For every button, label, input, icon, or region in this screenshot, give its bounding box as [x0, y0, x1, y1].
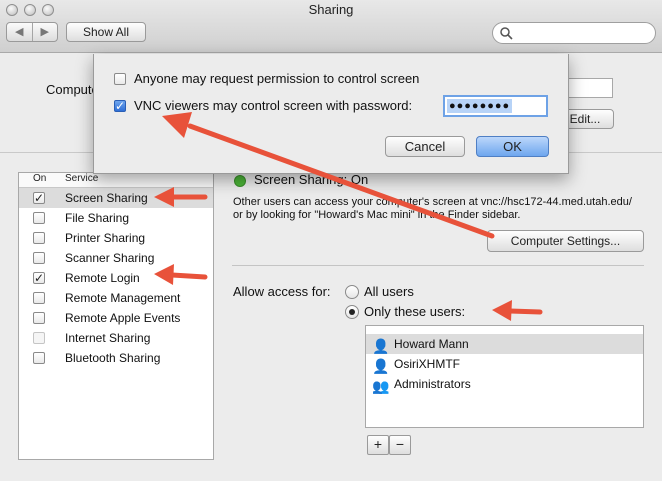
service-label: Printer Sharing — [65, 231, 146, 245]
service-label: Screen Sharing — [65, 191, 148, 205]
service-checkbox[interactable] — [33, 212, 45, 224]
status-indicator — [234, 175, 246, 187]
service-checkbox[interactable] — [33, 292, 45, 304]
user-icon: 👤 — [372, 338, 390, 354]
computer-settings-button[interactable]: Computer Settings... — [487, 230, 644, 252]
services-header: On Service — [19, 173, 213, 188]
service-remote-apple-events[interactable]: Remote Apple Events — [19, 308, 213, 328]
chevron-left-icon[interactable]: ◀ — [7, 23, 32, 41]
vnc-password-field[interactable]: ●●●●●●●● — [443, 95, 548, 117]
window-title: Sharing — [308, 2, 354, 17]
service-checkbox[interactable] — [33, 232, 45, 244]
users-list[interactable]: 👤 Howard Mann 👤 OsiriXHMTF 👥 Administrat… — [365, 325, 644, 428]
ok-button[interactable]: OK — [476, 136, 549, 157]
service-label: File Sharing — [65, 211, 130, 225]
anyone-may-request-checkbox[interactable] — [114, 73, 126, 85]
group-icon: 👥 — [372, 378, 390, 394]
cancel-button[interactable]: Cancel — [385, 136, 465, 157]
user-name: Howard Mann — [394, 337, 469, 351]
header-on: On — [33, 173, 47, 184]
search-field[interactable] — [492, 22, 656, 44]
vnc-password-label[interactable]: VNC viewers may control screen with pass… — [134, 98, 412, 113]
user-row-administrators[interactable]: 👥 Administrators — [366, 374, 643, 394]
service-printer-sharing[interactable]: Printer Sharing — [19, 228, 213, 248]
only-these-users-label[interactable]: Only these users: — [364, 304, 465, 319]
show-all-button[interactable]: Show All — [66, 22, 146, 42]
service-checkbox[interactable] — [33, 312, 45, 324]
add-user-button[interactable]: + — [367, 435, 389, 455]
all-users-radio[interactable] — [345, 285, 359, 299]
service-checkbox[interactable]: ✓ — [33, 272, 45, 284]
back-forward-control: ◀ ▶ — [6, 22, 58, 42]
service-checkbox[interactable] — [33, 252, 45, 264]
service-scanner-sharing[interactable]: Scanner Sharing — [19, 248, 213, 268]
chevron-right-icon[interactable]: ▶ — [31, 23, 58, 41]
vnc-password-checkbox[interactable]: ✓ — [114, 100, 126, 112]
anyone-may-request-label[interactable]: Anyone may request permission to control… — [134, 71, 419, 86]
service-file-sharing[interactable]: File Sharing — [19, 208, 213, 228]
password-mask: ●●●●●●●● — [447, 99, 513, 113]
service-label: Scanner Sharing — [65, 251, 155, 265]
service-checkbox[interactable]: ✓ — [33, 192, 45, 204]
divider — [232, 265, 644, 266]
status-title: Screen Sharing: On — [254, 172, 369, 187]
service-internet-sharing[interactable]: Internet Sharing — [19, 328, 213, 348]
service-remote-management[interactable]: Remote Management — [19, 288, 213, 308]
service-checkbox[interactable] — [33, 332, 45, 344]
user-name: Administrators — [394, 377, 471, 391]
user-row-osirixhmtf[interactable]: 👤 OsiriXHMTF — [366, 354, 643, 374]
service-bluetooth-sharing[interactable]: Bluetooth Sharing — [19, 348, 213, 368]
only-these-users-radio[interactable] — [345, 305, 359, 319]
user-name: OsiriXHMTF — [394, 357, 460, 371]
user-icon: 👤 — [372, 358, 390, 374]
all-users-label[interactable]: All users — [364, 284, 414, 299]
service-remote-login[interactable]: ✓ Remote Login — [19, 268, 213, 288]
service-label: Remote Apple Events — [65, 311, 181, 325]
service-label: Internet Sharing — [65, 331, 151, 345]
user-row-howard-mann[interactable]: 👤 Howard Mann — [366, 334, 643, 354]
allow-access-label: Allow access for: — [233, 284, 331, 299]
service-checkbox[interactable] — [33, 352, 45, 364]
remove-user-button[interactable]: − — [389, 435, 411, 455]
service-screen-sharing[interactable]: ✓ Screen Sharing — [19, 188, 213, 208]
computer-name-field[interactable] — [565, 78, 613, 98]
status-description: Other users can access your computer's s… — [233, 196, 632, 221]
header-service: Service — [65, 173, 99, 184]
service-label: Remote Login — [65, 271, 140, 285]
window-toolbar: Sharing ◀ ▶ Show All — [0, 0, 662, 53]
services-list[interactable]: On Service ✓ Screen Sharing File Sharing… — [18, 172, 214, 460]
screen-sharing-settings-sheet: Anyone may request permission to control… — [93, 54, 569, 174]
service-label: Remote Management — [65, 291, 181, 305]
service-label: Bluetooth Sharing — [65, 351, 161, 365]
magnifier-icon — [500, 27, 513, 40]
